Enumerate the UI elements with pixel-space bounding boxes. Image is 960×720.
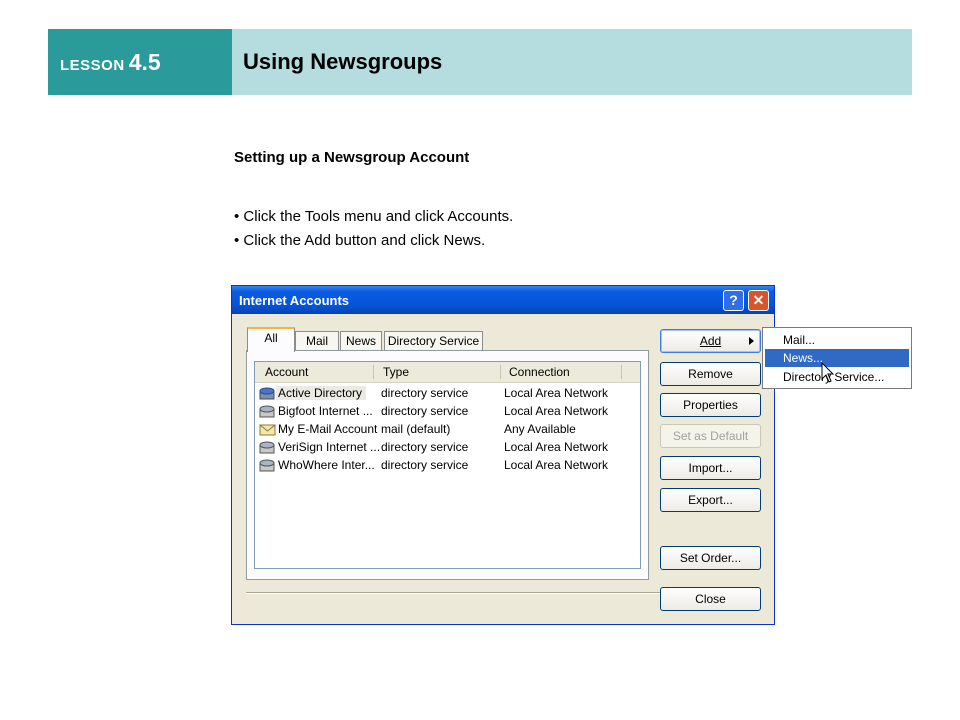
lesson-word: LESSON — [60, 56, 125, 74]
account-connection: Local Area Network — [504, 458, 609, 472]
instruction-bullet-2: • Click the Add button and click News. — [234, 232, 486, 249]
account-name: WhoWhere Inter... — [278, 458, 375, 472]
close-button[interactable]: Close — [660, 587, 761, 611]
directory-icon — [259, 387, 275, 400]
account-type: mail (default) — [381, 422, 451, 436]
add-button[interactable]: Add — [660, 329, 761, 353]
export-button[interactable]: Export... — [660, 488, 761, 512]
account-name: Bigfoot Internet ... — [278, 404, 373, 418]
column-header-connection[interactable]: Connection — [509, 365, 570, 379]
directory-icon — [259, 441, 275, 454]
dialog-title: Internet Accounts — [239, 293, 350, 308]
tab-directory-service[interactable]: Directory Service — [384, 331, 483, 351]
properties-button[interactable]: Properties — [660, 393, 761, 417]
account-name: My E-Mail Account — [278, 422, 378, 436]
add-button-label: Add — [699, 334, 722, 348]
table-row[interactable]: My E-Mail Account mail (default) Any Ava… — [259, 420, 637, 438]
column-divider[interactable] — [373, 365, 374, 379]
column-header-type[interactable]: Type — [383, 365, 409, 379]
add-submenu: Mail... News... Directory Service... — [762, 327, 912, 389]
menu-item-news[interactable]: News... — [765, 349, 909, 367]
tab-panel: Account Type Connection Active Directory… — [246, 350, 649, 580]
account-type: directory service — [381, 458, 469, 472]
section-heading: Setting up a Newsgroup Account — [234, 149, 470, 166]
tab-all[interactable]: All — [247, 327, 295, 352]
tab-mail[interactable]: Mail — [295, 331, 339, 351]
mouse-cursor-icon — [821, 362, 835, 383]
account-connection: Any Available — [504, 422, 576, 436]
column-divider[interactable] — [500, 365, 501, 379]
table-row[interactable]: Active Directory directory service Local… — [259, 384, 637, 402]
tab-news[interactable]: News — [340, 331, 382, 351]
mail-icon — [259, 424, 276, 436]
set-as-default-button[interactable]: Set as Default — [660, 424, 761, 448]
accounts-list[interactable]: Account Type Connection Active Directory… — [254, 361, 641, 569]
instruction-bullet-1: • Click the Tools menu and click Account… — [234, 208, 514, 225]
table-row[interactable]: WhoWhere Inter... directory service Loca… — [259, 456, 637, 474]
set-order-button[interactable]: Set Order... — [660, 546, 761, 570]
account-type: directory service — [381, 404, 469, 418]
close-icon[interactable]: ✕ — [748, 290, 769, 311]
account-connection: Local Area Network — [504, 440, 609, 454]
account-connection: Local Area Network — [504, 404, 609, 418]
help-icon[interactable]: ? — [723, 290, 744, 311]
title-banner: Using Newsgroups — [232, 29, 912, 95]
lesson-label: LESSON 4.5 — [48, 29, 232, 95]
table-row[interactable]: VeriSign Internet ... directory service … — [259, 438, 637, 456]
column-header-account[interactable]: Account — [265, 365, 308, 379]
dialog-titlebar[interactable]: Internet Accounts ? ✕ — [232, 286, 774, 314]
lesson-number: 4.5 — [128, 48, 161, 75]
import-button[interactable]: Import... — [660, 456, 761, 480]
directory-icon — [259, 405, 275, 418]
list-header: Account Type Connection — [255, 362, 640, 383]
menu-item-mail[interactable]: Mail... — [765, 331, 909, 349]
remove-button[interactable]: Remove — [660, 362, 761, 386]
account-name: VeriSign Internet ... — [278, 440, 381, 454]
directory-icon — [259, 459, 275, 472]
column-divider[interactable] — [621, 365, 622, 379]
submenu-arrow-icon — [749, 337, 754, 345]
account-connection: Local Area Network — [504, 386, 609, 400]
account-name: Active Directory — [276, 386, 367, 400]
page-title: Using Newsgroups — [243, 49, 443, 74]
account-type: directory service — [381, 440, 469, 454]
account-type: directory service — [381, 386, 469, 400]
menu-item-directory-service[interactable]: Directory Service... — [765, 368, 909, 386]
internet-accounts-dialog: Internet Accounts ? ✕ All Mail News Dire… — [231, 285, 775, 625]
table-row[interactable]: Bigfoot Internet ... directory service L… — [259, 402, 637, 420]
